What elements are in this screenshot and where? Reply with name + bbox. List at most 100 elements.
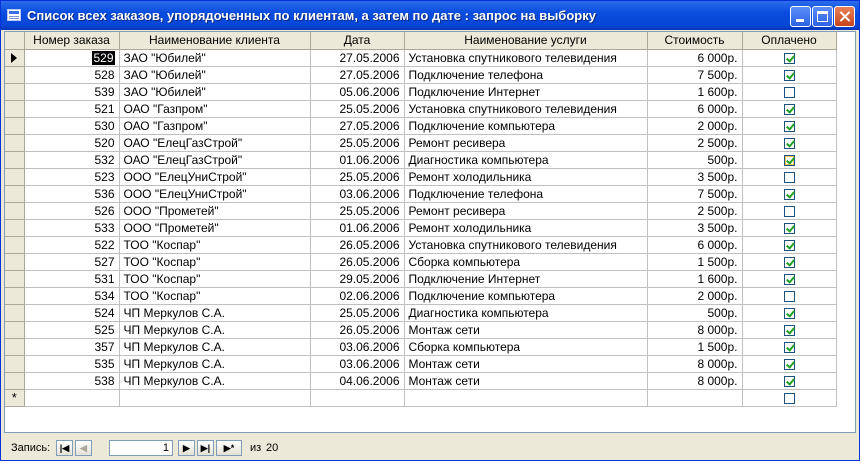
cell-date[interactable]: 25.05.2006 — [310, 100, 405, 118]
paid-checkbox[interactable] — [783, 307, 795, 319]
paid-checkbox[interactable] — [783, 120, 795, 132]
select-all-corner[interactable] — [5, 32, 25, 50]
cell-cost[interactable]: 2 000р. — [647, 287, 743, 305]
cell-client[interactable]: ОАО "ЕлецГазСтрой" — [119, 134, 311, 152]
cell-service[interactable]: Установка спутникового телевидения — [404, 49, 648, 67]
cell-client[interactable]: ЧП Меркулов С.А. — [119, 338, 311, 356]
cell-service[interactable]: Установка спутникового телевидения — [404, 236, 648, 254]
cell-order-number[interactable]: 532 — [24, 151, 120, 169]
paid-checkbox[interactable] — [783, 324, 795, 336]
cell-order-number[interactable]: 524 — [24, 304, 120, 322]
cell-cost[interactable]: 1 600р. — [647, 83, 743, 101]
cell-client[interactable]: ООО "ЕлецУниСтрой" — [119, 185, 311, 203]
paid-checkbox[interactable] — [783, 273, 795, 285]
row-selector[interactable]: * — [5, 389, 25, 407]
cell-service[interactable]: Установка спутникового телевидения — [404, 100, 648, 118]
new-record-button[interactable]: ▶* — [216, 440, 242, 456]
paid-checkbox[interactable] — [783, 358, 795, 370]
paid-checkbox[interactable] — [783, 154, 795, 166]
cell-cost[interactable]: 6 000р. — [647, 100, 743, 118]
row-selector[interactable] — [5, 287, 25, 305]
cell-service[interactable]: Подключение телефона — [404, 185, 648, 203]
table-row[interactable]: 526 ООО "Прометей" 25.05.2006 Ремонт ресиве… — [5, 202, 837, 220]
cell-client[interactable] — [119, 389, 311, 407]
cell-paid[interactable] — [742, 236, 837, 254]
cell-order-number[interactable]: 357 — [24, 338, 120, 356]
table-row[interactable]: 528 ЗАО "Юбилей" 27.05.2006 Подключение тел… — [5, 66, 837, 84]
cell-cost[interactable]: 2 500р. — [647, 134, 743, 152]
column-header-client[interactable]: Наименование клиента — [119, 32, 311, 50]
column-header-order-number[interactable]: Номер заказа — [24, 32, 120, 50]
cell-date[interactable]: 01.06.2006 — [310, 151, 405, 169]
table-row[interactable]: 531 ТОО "Коспар" 29.05.2006 Подключение Инт… — [5, 270, 837, 288]
cell-order-number[interactable]: 530 — [24, 117, 120, 135]
table-row[interactable]: 530 ОАО "Газпром" 27.05.2006 Подключение ко… — [5, 117, 837, 135]
cell-date[interactable]: 25.05.2006 — [310, 134, 405, 152]
paid-checkbox[interactable] — [783, 69, 795, 81]
cell-paid[interactable] — [742, 202, 837, 220]
paid-checkbox[interactable] — [783, 290, 795, 302]
cell-paid[interactable] — [742, 151, 837, 169]
close-button[interactable] — [834, 6, 855, 27]
cell-date[interactable]: 29.05.2006 — [310, 270, 405, 288]
cell-cost[interactable]: 8 000р. — [647, 321, 743, 339]
cell-order-number[interactable]: 520 — [24, 134, 120, 152]
cell-paid[interactable] — [742, 321, 837, 339]
cell-order-number[interactable]: 525 — [24, 321, 120, 339]
cell-paid[interactable] — [742, 355, 837, 373]
cell-paid[interactable] — [742, 66, 837, 84]
paid-checkbox[interactable] — [783, 375, 795, 387]
cell-order-number[interactable]: 528 — [24, 66, 120, 84]
cell-date[interactable]: 26.05.2006 — [310, 253, 405, 271]
table-row[interactable]: 524 ЧП Меркулов С.А. 25.05.2006 Диагностика… — [5, 304, 837, 322]
cell-order-number[interactable]: 538 — [24, 372, 120, 390]
cell-date[interactable]: 26.05.2006 — [310, 321, 405, 339]
table-row[interactable]: 527 ТОО "Коспар" 26.05.2006 Сборка компьюте… — [5, 253, 837, 271]
cell-paid[interactable] — [742, 287, 837, 305]
cell-paid[interactable] — [742, 270, 837, 288]
new-record-row[interactable]: * — [5, 389, 837, 407]
table-row[interactable]: 525 ЧП Меркулов С.А. 26.05.2006 Монтаж сети… — [5, 321, 837, 339]
cell-date[interactable]: 27.05.2006 — [310, 49, 405, 67]
table-row[interactable]: 533 ООО "Прометей" 01.06.2006 Ремонт холоди… — [5, 219, 837, 237]
cell-date[interactable]: 25.05.2006 — [310, 202, 405, 220]
row-selector[interactable] — [5, 253, 25, 271]
cell-date[interactable]: 04.06.2006 — [310, 372, 405, 390]
row-selector[interactable] — [5, 134, 25, 152]
cell-paid[interactable] — [742, 253, 837, 271]
cell-date[interactable]: 03.06.2006 — [310, 355, 405, 373]
paid-checkbox[interactable] — [783, 256, 795, 268]
row-selector[interactable] — [5, 83, 25, 101]
title-bar[interactable]: Список всех заказов, упорядоченных по кл… — [1, 1, 859, 30]
cell-order-number[interactable]: 522 — [24, 236, 120, 254]
cell-service[interactable]: Подключение компьютера — [404, 287, 648, 305]
cell-date[interactable] — [310, 389, 405, 407]
paid-checkbox[interactable] — [783, 205, 795, 217]
cell-cost[interactable]: 6 000р. — [647, 49, 743, 67]
cell-date[interactable]: 25.05.2006 — [310, 304, 405, 322]
cell-date[interactable]: 27.05.2006 — [310, 66, 405, 84]
next-record-button[interactable]: ▶ — [178, 440, 195, 456]
cell-service[interactable]: Ремонт ресивера — [404, 134, 648, 152]
cell-service[interactable]: Ремонт холодильника — [404, 168, 648, 186]
row-selector[interactable] — [5, 372, 25, 390]
cell-date[interactable]: 27.05.2006 — [310, 117, 405, 135]
row-selector[interactable] — [5, 270, 25, 288]
table-row[interactable]: 534 ТОО "Коспар" 02.06.2006 Подключение ком… — [5, 287, 837, 305]
cell-cost[interactable]: 3 500р. — [647, 168, 743, 186]
cell-paid[interactable] — [742, 100, 837, 118]
cell-order-number[interactable]: 539 — [24, 83, 120, 101]
cell-paid[interactable] — [742, 83, 837, 101]
cell-date[interactable]: 03.06.2006 — [310, 338, 405, 356]
cell-service[interactable]: Монтаж сети — [404, 372, 648, 390]
paid-checkbox[interactable] — [783, 222, 795, 234]
cell-order-number[interactable]: 535 — [24, 355, 120, 373]
cell-service[interactable]: Подключение Интернет — [404, 270, 648, 288]
cell-client[interactable]: ТОО "Коспар" — [119, 253, 311, 271]
cell-client[interactable]: ЧП Меркулов С.А. — [119, 321, 311, 339]
cell-order-number[interactable]: 526 — [24, 202, 120, 220]
cell-date[interactable]: 01.06.2006 — [310, 219, 405, 237]
cell-service[interactable]: Ремонт ресивера — [404, 202, 648, 220]
cell-order-number[interactable] — [24, 389, 120, 407]
cell-cost[interactable]: 500р. — [647, 304, 743, 322]
